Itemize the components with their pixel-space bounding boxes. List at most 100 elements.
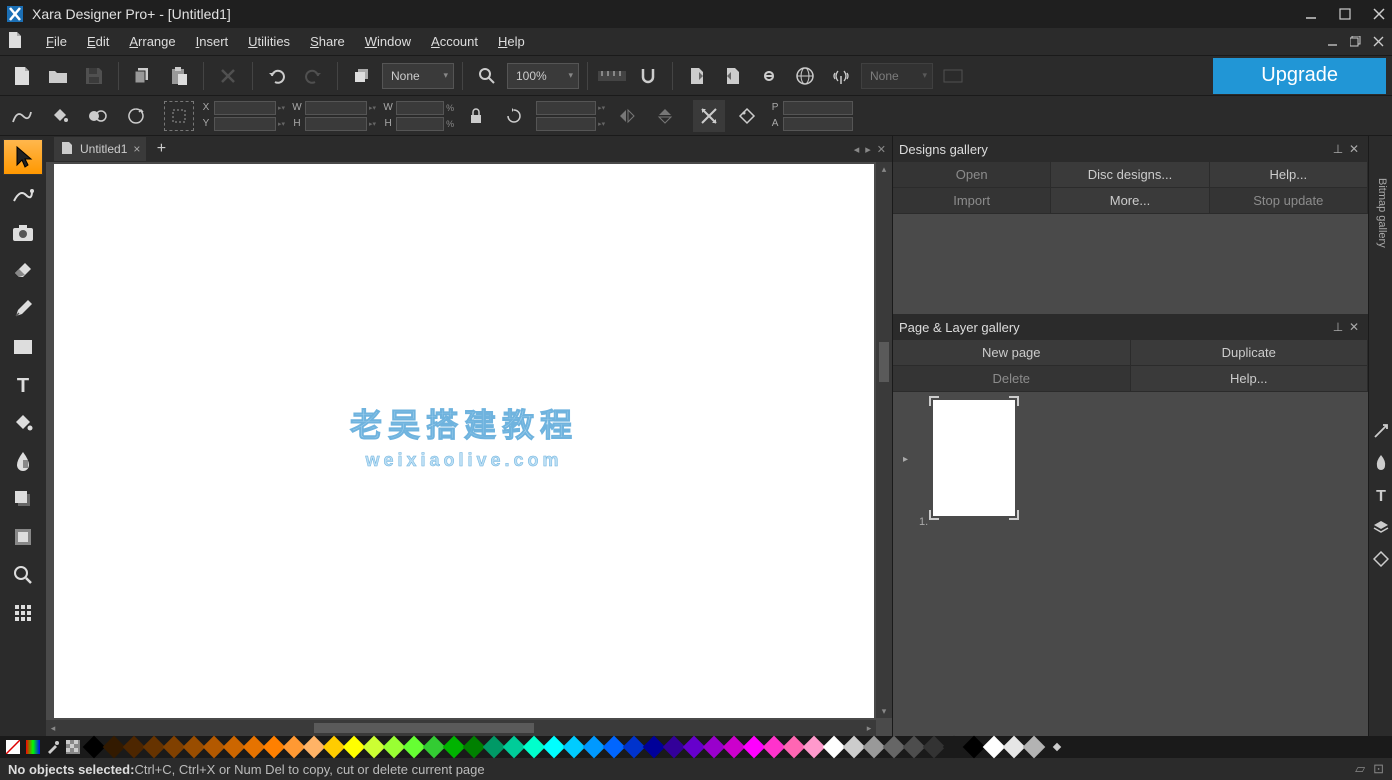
bitmap-gallery-label[interactable]: Bitmap gallery	[1376, 178, 1388, 248]
eraser-tool[interactable]	[3, 253, 43, 289]
w-field[interactable]	[305, 101, 367, 115]
bevel-tool[interactable]	[3, 519, 43, 555]
names-button[interactable]	[731, 100, 763, 132]
delete-button[interactable]: Delete	[893, 366, 1131, 392]
ruler-button[interactable]	[596, 60, 628, 92]
arrow-tool-icon[interactable]	[1371, 418, 1391, 444]
mdi-restore-button[interactable]	[1350, 36, 1361, 47]
scroll-down-button[interactable]: ▾	[876, 704, 892, 718]
menu-arrange[interactable]: Arrange	[119, 31, 185, 52]
menu-window[interactable]: Window	[355, 31, 421, 52]
save-button[interactable]	[78, 60, 110, 92]
stop-update-button[interactable]: Stop update	[1210, 188, 1368, 214]
document-tab[interactable]: Untitled1 ×	[54, 137, 146, 161]
website-dropdown[interactable]: None	[861, 63, 933, 89]
broadcast-button[interactable]	[825, 60, 857, 92]
a-field[interactable]	[783, 117, 853, 131]
no-color-button[interactable]	[4, 738, 22, 756]
copy-button[interactable]	[127, 60, 159, 92]
new-button[interactable]	[6, 60, 38, 92]
minimize-button[interactable]	[1304, 7, 1318, 21]
duplicate-button[interactable]: Duplicate	[1131, 340, 1369, 366]
hscroll-thumb[interactable]	[314, 723, 534, 733]
mould-tool-button[interactable]	[120, 100, 152, 132]
redo-button[interactable]	[297, 60, 329, 92]
menu-share[interactable]: Share	[300, 31, 355, 52]
tab-close-button[interactable]: ×	[133, 142, 140, 156]
mdi-minimize-button[interactable]	[1327, 36, 1338, 47]
pin-button[interactable]: ⊥	[1330, 142, 1346, 156]
import-button[interactable]: Import	[893, 188, 1051, 214]
layers-tool-icon[interactable]	[1371, 514, 1391, 540]
tab-prev-button[interactable]: ◂	[854, 143, 860, 156]
help-button[interactable]: Help...	[1210, 162, 1368, 188]
lock-aspect-button[interactable]	[460, 100, 492, 132]
text-tool-icon[interactable]: T	[1371, 482, 1391, 508]
delete-button[interactable]	[212, 60, 244, 92]
quality-dropdown[interactable]: None	[382, 63, 454, 89]
tag-tool-icon[interactable]	[1371, 546, 1391, 572]
x-field[interactable]	[214, 101, 276, 115]
menu-utilities[interactable]: Utilities	[238, 31, 300, 52]
horizontal-scrollbar[interactable]: ◂ ▸	[46, 720, 876, 736]
transparency-tool-button[interactable]	[82, 100, 114, 132]
menu-file[interactable]: File	[36, 31, 77, 52]
h-pct-field[interactable]	[396, 117, 444, 131]
fill-tool[interactable]	[3, 405, 43, 441]
scroll-right-button[interactable]: ▸	[862, 720, 876, 736]
undo-button[interactable]	[261, 60, 293, 92]
canvas[interactable]: 老吴搭建教程 weixiaolive.com	[54, 164, 874, 718]
page-thumbnail[interactable]	[933, 400, 1015, 516]
link-button[interactable]	[753, 60, 785, 92]
color-picker-button[interactable]	[24, 738, 42, 756]
text-tool[interactable]: T	[3, 367, 43, 403]
pen-tool[interactable]	[3, 291, 43, 327]
designs-gallery-body[interactable]	[893, 214, 1368, 314]
fill-tool-button[interactable]	[44, 100, 76, 132]
new-page-button[interactable]: New page	[893, 340, 1131, 366]
color-swatch[interactable]	[1023, 736, 1046, 759]
disc-designs-button[interactable]: Disc designs...	[1051, 162, 1209, 188]
flip-h-button[interactable]	[611, 100, 643, 132]
angle-field[interactable]	[536, 101, 596, 115]
web-button[interactable]	[789, 60, 821, 92]
eyedropper-button[interactable]	[44, 738, 62, 756]
menu-account[interactable]: Account	[421, 31, 488, 52]
flip-v-button[interactable]	[649, 100, 681, 132]
maximize-button[interactable]	[1338, 7, 1352, 21]
page-layer-gallery-body[interactable]: ▸ 1.	[893, 392, 1368, 736]
mdi-close-button[interactable]	[1373, 36, 1384, 47]
tab-next-button[interactable]: ▸	[865, 143, 871, 156]
preview-button[interactable]	[937, 60, 969, 92]
help-button[interactable]: Help...	[1131, 366, 1369, 392]
w-pct-field[interactable]	[396, 101, 444, 115]
menu-insert[interactable]: Insert	[186, 31, 239, 52]
snap-button[interactable]	[632, 60, 664, 92]
tab-close-all-button[interactable]: ✕	[877, 143, 886, 156]
open-button[interactable]: Open	[893, 162, 1051, 188]
upgrade-button[interactable]: Upgrade	[1213, 58, 1386, 94]
photo-tool[interactable]	[3, 215, 43, 251]
zoom-tool[interactable]	[3, 557, 43, 593]
snapped-icon[interactable]: ⊡	[1373, 761, 1384, 777]
p-field[interactable]	[783, 101, 853, 115]
live-drag-icon[interactable]: ▱	[1355, 761, 1365, 777]
paste-button[interactable]	[163, 60, 195, 92]
shadow-tool[interactable]	[3, 481, 43, 517]
h-field[interactable]	[305, 117, 367, 131]
selection-bounds-icon[interactable]	[164, 101, 194, 131]
panel-close-button[interactable]: ✕	[1346, 142, 1362, 156]
pin-button[interactable]: ⊥	[1330, 320, 1346, 334]
scroll-up-button[interactable]: ▴	[876, 162, 892, 176]
y-field[interactable]	[214, 117, 276, 131]
scroll-left-button[interactable]: ◂	[46, 720, 60, 736]
grid-tool[interactable]	[3, 595, 43, 631]
import-button[interactable]	[717, 60, 749, 92]
export-button[interactable]	[681, 60, 713, 92]
clone-button[interactable]	[346, 60, 378, 92]
rotate-button[interactable]	[498, 100, 530, 132]
menu-help[interactable]: Help	[488, 31, 535, 52]
panel-close-button[interactable]: ✕	[1346, 320, 1362, 334]
rectangle-tool[interactable]	[3, 329, 43, 365]
shape-tool-button[interactable]	[6, 100, 38, 132]
